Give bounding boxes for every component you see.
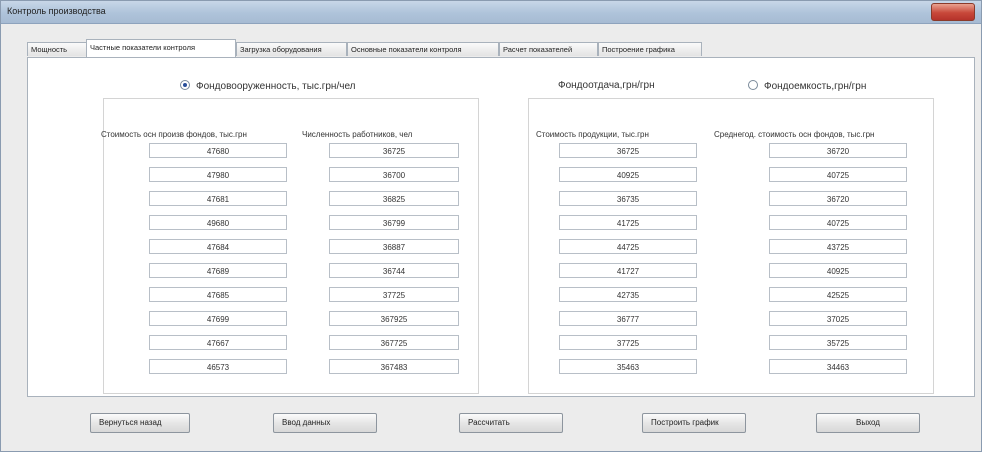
- fixed-assets-cost-input[interactable]: 47699: [149, 311, 287, 326]
- back-button[interactable]: Вернуться назад: [90, 413, 190, 433]
- exit-button[interactable]: Выход: [816, 413, 920, 433]
- input-data-button[interactable]: Ввод данных: [273, 413, 377, 433]
- window-title: Контроль производства: [7, 6, 106, 16]
- employees-count-input[interactable]: 36744: [329, 263, 459, 278]
- employees-count-input[interactable]: 37725: [329, 287, 459, 302]
- radio-fondovooruzhennost-label: Фондовооруженность, тыс.грн/чел: [196, 81, 356, 92]
- right-group-box: Стоимость продукции, тыс.грн Среднегод. …: [528, 98, 934, 394]
- product-cost-input[interactable]: 36725: [559, 143, 697, 158]
- avg-assets-cost-input[interactable]: 34463: [769, 359, 907, 374]
- tab-chastnye-pokazateli[interactable]: Частные показатели контроля: [86, 39, 236, 57]
- right-col1-header: Стоимость продукции, тыс.грн: [536, 130, 649, 139]
- label-fondootdacha: Фондоотдача,грн/грн: [558, 80, 655, 91]
- employees-count-input[interactable]: 36725: [329, 143, 459, 158]
- avg-assets-cost-input[interactable]: 35725: [769, 335, 907, 350]
- left-col2-header: Численность работников, чел: [302, 130, 413, 139]
- employees-count-input[interactable]: 36700: [329, 167, 459, 182]
- product-cost-input[interactable]: 35463: [559, 359, 697, 374]
- employees-count-input[interactable]: 367483: [329, 359, 459, 374]
- fixed-assets-cost-input[interactable]: 47980: [149, 167, 287, 182]
- avg-assets-cost-input[interactable]: 36720: [769, 143, 907, 158]
- radio-unselected-icon[interactable]: [748, 80, 758, 90]
- radio-fondoemkost-label: Фондоемкость,грн/грн: [764, 81, 867, 92]
- avg-assets-cost-input[interactable]: 42525: [769, 287, 907, 302]
- employees-count-input[interactable]: 36799: [329, 215, 459, 230]
- product-cost-input[interactable]: 42735: [559, 287, 697, 302]
- employees-count-input[interactable]: 36825: [329, 191, 459, 206]
- employees-count-input[interactable]: 367925: [329, 311, 459, 326]
- avg-assets-cost-input[interactable]: 37025: [769, 311, 907, 326]
- title-bar[interactable]: Контроль производства: [1, 1, 981, 24]
- product-cost-input[interactable]: 40925: [559, 167, 697, 182]
- avg-assets-cost-input[interactable]: 36720: [769, 191, 907, 206]
- tab-postroenie-grafika[interactable]: Построение графика: [598, 42, 702, 56]
- tab-raschet-pokazateley[interactable]: Расчет показателей: [499, 42, 598, 56]
- left-group-box: Стоимость осн произв фондов, тыс.грн Чис…: [101, 98, 479, 394]
- product-cost-input[interactable]: 41727: [559, 263, 697, 278]
- employees-count-input[interactable]: 36887: [329, 239, 459, 254]
- tab-osnovnye-pokazateli[interactable]: Основные показатели контроля: [347, 42, 499, 56]
- product-cost-input[interactable]: 36777: [559, 311, 697, 326]
- tab-moshchnost[interactable]: Мощность: [27, 42, 87, 56]
- radio-fondovooruzhennost[interactable]: Фондовооруженность, тыс.грн/чел: [180, 80, 356, 92]
- left-col1-header: Стоимость осн произв фондов, тыс.грн: [101, 130, 247, 139]
- avg-assets-cost-input[interactable]: 40725: [769, 215, 907, 230]
- plot-graph-button[interactable]: Построить график: [642, 413, 746, 433]
- avg-assets-cost-input[interactable]: 43725: [769, 239, 907, 254]
- fixed-assets-cost-input[interactable]: 47689: [149, 263, 287, 278]
- fixed-assets-cost-input[interactable]: 49680: [149, 215, 287, 230]
- product-cost-input[interactable]: 44725: [559, 239, 697, 254]
- fixed-assets-cost-input[interactable]: 46573: [149, 359, 287, 374]
- avg-assets-cost-input[interactable]: 40725: [769, 167, 907, 182]
- right-col2-header: Среднегод. стоимость осн фондов, тыс.грн: [714, 130, 875, 139]
- fixed-assets-cost-input[interactable]: 47667: [149, 335, 287, 350]
- radio-fondoemkost[interactable]: Фондоемкость,грн/грн: [748, 80, 866, 92]
- radio-selected-icon[interactable]: [180, 80, 190, 90]
- product-cost-input[interactable]: 41725: [559, 215, 697, 230]
- fixed-assets-cost-input[interactable]: 47685: [149, 287, 287, 302]
- avg-assets-cost-input[interactable]: 40925: [769, 263, 907, 278]
- tab-zagruzka-oborudovaniya[interactable]: Загрузка оборудования: [236, 42, 347, 56]
- product-cost-input[interactable]: 36735: [559, 191, 697, 206]
- fixed-assets-cost-input[interactable]: 47681: [149, 191, 287, 206]
- product-cost-input[interactable]: 37725: [559, 335, 697, 350]
- fixed-assets-cost-input[interactable]: 47680: [149, 143, 287, 158]
- tab-panel: Фондовооруженность, тыс.грн/чел Фондоотд…: [27, 57, 975, 397]
- fixed-assets-cost-input[interactable]: 47684: [149, 239, 287, 254]
- close-button[interactable]: [931, 3, 975, 21]
- employees-count-input[interactable]: 367725: [329, 335, 459, 350]
- app-window: Контроль производства Мощность Частные п…: [0, 0, 982, 452]
- calculate-button[interactable]: Рассчитать: [459, 413, 563, 433]
